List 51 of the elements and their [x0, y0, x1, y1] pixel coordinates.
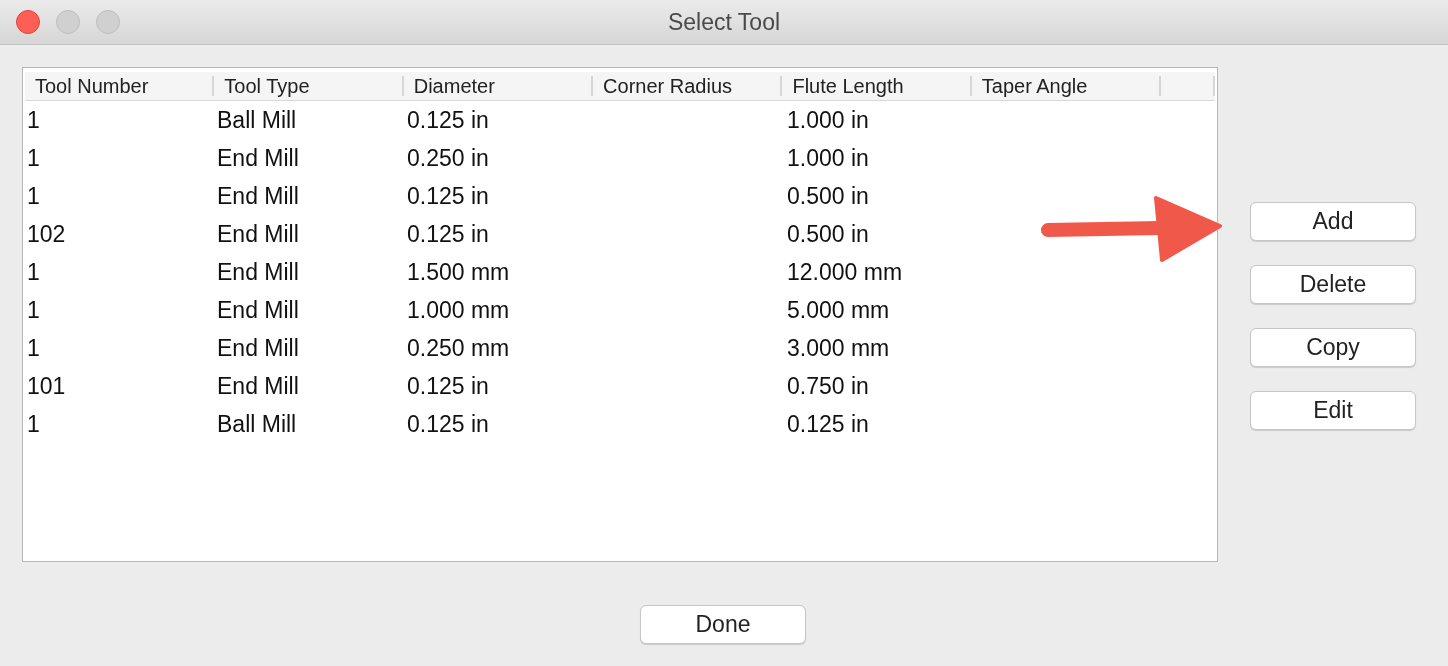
action-button[interactable]: Add [1250, 202, 1416, 241]
table-cell-text: 0.500 in [786, 182, 870, 210]
minimize-button[interactable] [56, 10, 80, 34]
table-cell-text: 0.125 in [406, 410, 490, 438]
action-button[interactable]: Edit [1250, 391, 1416, 430]
table-cell-text: 0.250 in [406, 144, 490, 172]
table-cell-text: 1 [26, 410, 41, 438]
table-cell-text: 1 [26, 182, 41, 210]
table-cell-text: End Mill [216, 258, 300, 286]
table-cell-text: 12.000 mm [786, 258, 904, 286]
table-cell-text: 0.125 in [406, 106, 490, 134]
table-cell-text: End Mill [216, 182, 300, 210]
table-cell-text: 0.500 in [786, 220, 870, 248]
column-header[interactable]: Flute Length [782, 76, 972, 96]
column-header[interactable]: Corner Radius [593, 76, 783, 96]
table-cell-text: 1 [26, 258, 41, 286]
table-cell-text: 5.000 mm [786, 296, 891, 324]
table-cell-text: 1.000 in [786, 106, 870, 134]
table-cell-text: 1.500 mm [406, 258, 511, 286]
table-cell-text: 0.125 in [406, 220, 490, 248]
table-cell-text: End Mill [216, 372, 300, 400]
table-cell-text: 1.000 mm [406, 296, 511, 324]
table-cell-text: End Mill [216, 334, 300, 362]
table-cell-text: Ball Mill [216, 410, 298, 438]
zoom-button[interactable] [96, 10, 120, 34]
table-cell-text: 1 [26, 106, 41, 134]
column-header[interactable]: Taper Angle [971, 76, 1162, 96]
table-cell-text: 3.000 mm [786, 334, 891, 362]
table-cell-text: 0.125 in [786, 410, 870, 438]
table-cell-text: 1.000 in [786, 144, 870, 172]
close-button[interactable] [16, 10, 40, 34]
window-title: Select Tool [667, 8, 781, 36]
table-cell-text: End Mill [216, 220, 300, 248]
table-cell-text: 0.250 mm [406, 334, 511, 362]
column-header[interactable]: Tool Type [214, 76, 404, 96]
table-cell-text: 101 [26, 372, 67, 400]
table-cell-text: Ball Mill [216, 106, 298, 134]
table-cell-text: 1 [26, 144, 41, 172]
table-cell-text: 102 [26, 220, 67, 248]
table-cell-text: 1 [26, 296, 41, 324]
table-cell-text: End Mill [216, 144, 300, 172]
table-cell-text: 0.125 in [406, 182, 490, 210]
table-cell-text: End Mill [216, 296, 300, 324]
column-header[interactable]: Diameter [403, 76, 594, 96]
table-cell-text: 0.750 in [786, 372, 870, 400]
action-button[interactable]: Delete [1250, 265, 1416, 304]
table-cell-text: 0.125 in [406, 372, 490, 400]
done-button[interactable]: Done [640, 605, 806, 644]
table-cell-text: 1 [26, 334, 41, 362]
column-header[interactable]: Tool Number [25, 76, 215, 96]
action-button[interactable]: Copy [1250, 328, 1416, 367]
